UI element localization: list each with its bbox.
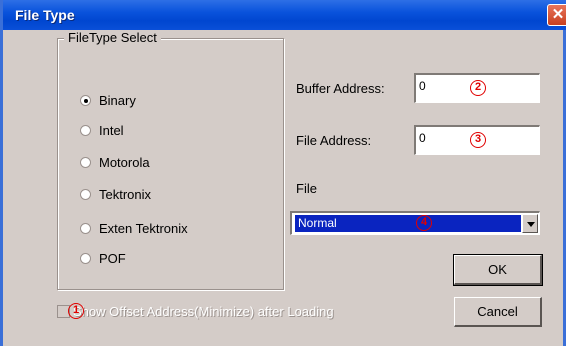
filetype-group-label: FileType Select [64,30,161,45]
window-title: File Type [15,7,75,23]
radio-label: Exten Tektronix [99,220,188,236]
file-label: File [296,181,317,196]
marker-2: 2 [470,80,486,96]
show-offset-label: Show Offset Address(Minimize) after Load… [73,303,334,319]
radio-exten-tektronix[interactable]: Exten Tektronix [80,220,188,236]
file-address-label: File Address: [296,133,372,148]
buffer-address-value: 0 [419,79,426,93]
marker-4: 4 [416,215,432,231]
radio-indicator [80,94,91,106]
radio-indicator [80,156,91,168]
marker-3: 3 [470,132,486,148]
radio-indicator [80,124,91,136]
close-button[interactable]: ✕ [547,4,566,26]
radio-binary[interactable]: Binary [80,92,136,108]
buffer-address-label: Buffer Address: [296,81,385,96]
ok-button[interactable]: OK [453,254,543,286]
radio-indicator [80,222,91,234]
chevron-down-icon[interactable] [522,214,538,233]
show-offset-checkbox-row[interactable]: Show Offset Address(Minimize) after Load… [57,302,334,320]
radio-label: Motorola [99,154,150,170]
radio-indicator [80,252,91,264]
file-select-value: Normal [295,215,521,232]
radio-label: Tektronix [99,186,152,202]
cancel-button[interactable]: Cancel [454,297,542,327]
radio-intel[interactable]: Intel [80,122,124,138]
marker-1: 1 [68,303,84,319]
file-address-value: 0 [419,131,426,145]
title-bar[interactable]: File Type ✕ [3,0,566,30]
radio-motorola[interactable]: Motorola [80,154,150,170]
file-select[interactable]: Normal [290,211,540,235]
radio-label: Binary [99,92,136,108]
radio-label: Intel [99,122,124,138]
radio-indicator [80,188,91,200]
radio-label: POF [99,250,126,266]
radio-tektronix[interactable]: Tektronix [80,186,151,202]
radio-pof[interactable]: POF [80,250,126,266]
